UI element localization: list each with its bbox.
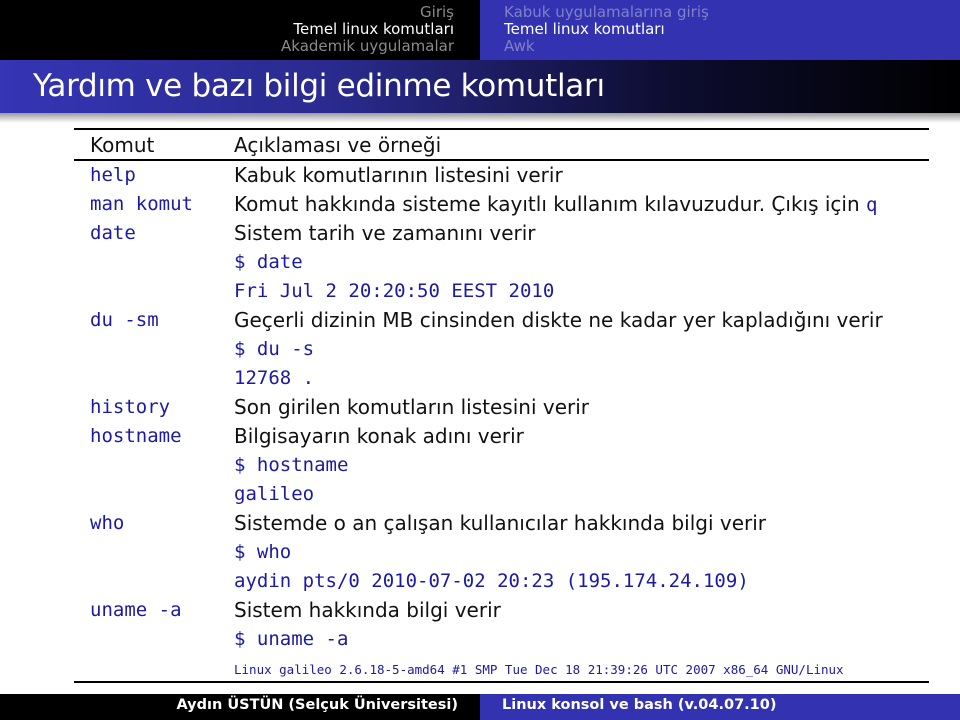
description-cell: Son girilen komutların listesini verir [234, 395, 590, 419]
command-cell: man komut [90, 193, 193, 215]
description-cell: Geçerli dizinin MB cinsinden diskte ne k… [234, 308, 883, 332]
table-row: man komut Komut hakkında sisteme kayıtlı… [74, 190, 929, 219]
table-row: $ who [74, 538, 929, 567]
table-row: Linux galileo 2.6.18-5-amd64 #1 SMP Tue … [74, 654, 929, 681]
table-row: Fri Jul 2 20:20:50 EEST 2010 [74, 277, 929, 306]
nav-section-akademik-uygulamalar[interactable]: Akademik uygulamalar [0, 38, 454, 55]
command-cell: help [90, 164, 136, 186]
example-code: $ date [234, 251, 303, 273]
footer-author: Aydın ÜSTÜN (Selçuk Üniversitesi) [0, 694, 480, 720]
example-code: $ du -s [234, 338, 315, 360]
nav-section-giris[interactable]: Giriş [0, 4, 454, 21]
slide-title: Yardım ve bazı bilgi edinme komutları [33, 68, 605, 104]
table-row: $ date [74, 248, 929, 277]
header-komut: Komut [90, 132, 155, 157]
navigation-header: Giriş Temel linux komutları Akademik uyg… [0, 0, 960, 60]
example-output: aydin pts/0 2010-07-02 20:23 (195.174.24… [234, 570, 749, 592]
description-cell: Kabuk komutlarının listesini verir [234, 163, 563, 187]
table-row: hostname Bilgisayarın konak adını verir [74, 422, 929, 451]
command-cell: hostname [90, 425, 182, 447]
table-row: who Sistemde o an çalışan kullanıcılar h… [74, 509, 929, 538]
example-code: $ hostname [234, 454, 349, 476]
section-nav: Giriş Temel linux komutları Akademik uyg… [0, 0, 480, 60]
example-output: Linux galileo 2.6.18-5-amd64 #1 SMP Tue … [234, 661, 844, 677]
table-row: uname -a Sistem hakkında bilgi verir [74, 596, 929, 625]
command-cell: date [90, 222, 136, 244]
nav-subsection-temel-linux-komutlari[interactable]: Temel linux komutları [504, 21, 960, 38]
table-row: $ hostname [74, 451, 929, 480]
description-cell: Sistem hakkında bilgi verir [234, 598, 501, 622]
nav-section-temel-linux-komutlari[interactable]: Temel linux komutları [0, 21, 454, 38]
nav-subsection-kabuk[interactable]: Kabuk uygulamalarına giriş [504, 4, 960, 21]
table-row: galileo [74, 480, 929, 509]
footer: Aydın ÜSTÜN (Selçuk Üniversitesi) Linux … [0, 694, 960, 720]
subsection-nav: Kabuk uygulamalarına giriş Temel linux k… [480, 0, 960, 60]
example-output: 12768 . [234, 367, 315, 389]
description-cell: Bilgisayarın konak adını verir [234, 424, 524, 448]
description-cell: Sistemde o an çalışan kullanıcılar hakkı… [234, 511, 767, 535]
quit-key-code: q [866, 194, 878, 216]
table-row: date Sistem tarih ve zamanını verir [74, 219, 929, 248]
description-cell: Komut hakkında sisteme kayıtlı kullanım … [234, 192, 929, 216]
table-row: history Son girilen komutların listesini… [74, 393, 929, 422]
command-cell: who [90, 512, 125, 534]
example-code: $ who [234, 541, 292, 563]
command-cell: uname -a [90, 599, 182, 621]
title-shadow [0, 113, 960, 123]
example-code: $ uname -a [234, 628, 349, 650]
command-cell: history [90, 396, 171, 418]
footer-presentation-title: Linux konsol ve bash (v.04.07.10) [480, 694, 960, 720]
command-cell: du -sm [90, 309, 159, 331]
header-aciklama: Açıklaması ve örneği [234, 132, 442, 157]
description-cell: Sistem tarih ve zamanını verir [234, 221, 536, 245]
table-row: du -sm Geçerli dizinin MB cinsinden disk… [74, 306, 929, 335]
title-bar: Yardım ve bazı bilgi edinme komutları [0, 60, 960, 113]
description-text: Komut hakkında sisteme kayıtlı kullanım … [234, 192, 867, 216]
example-output: galileo [234, 483, 315, 505]
table-row: help Kabuk komutlarının listesini verir [74, 161, 929, 190]
table-bottom-rule [74, 680, 929, 683]
table-header-row: Komut Açıklaması ve örneği [74, 130, 929, 159]
table-row: aydin pts/0 2010-07-02 20:23 (195.174.24… [74, 567, 929, 596]
nav-subsection-awk[interactable]: Awk [504, 38, 960, 55]
example-output: Fri Jul 2 20:20:50 EEST 2010 [234, 280, 555, 302]
table-row: $ uname -a [74, 625, 929, 654]
table-row: 12768 . [74, 364, 929, 393]
commands-table: Komut Açıklaması ve örneği help Kabuk ko… [74, 128, 929, 683]
table-row: $ du -s [74, 335, 929, 364]
